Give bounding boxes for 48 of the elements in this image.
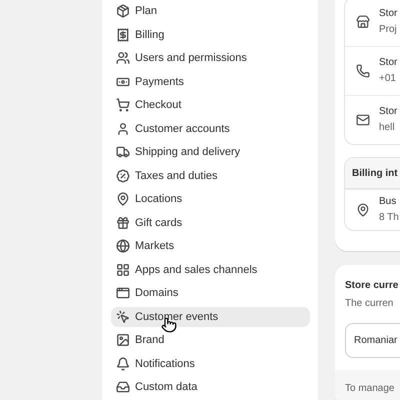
sidebar-item[interactable]: Taxes and duties [111, 166, 310, 186]
detail-value: 8 Th [379, 211, 399, 225]
globe-icon [115, 239, 131, 253]
sidebar-item[interactable]: Users and permissions [111, 48, 310, 68]
sidebar-item[interactable]: Billing [111, 24, 310, 44]
tray-icon [115, 380, 131, 394]
truck-icon [115, 145, 131, 159]
sidebar-item[interactable]: Domains [111, 283, 310, 303]
sidebar-item[interactable]: Shipping and delivery [111, 142, 310, 162]
card-footer: To manage [335, 370, 400, 400]
sidebar-item[interactable]: Apps and sales channels [111, 260, 310, 280]
pointer-click-icon [115, 310, 131, 324]
detail-value: Proj [379, 23, 398, 37]
window-icon [115, 286, 131, 300]
percent-badge-icon [115, 168, 131, 182]
sidebar-item[interactable]: Payments [111, 72, 310, 92]
store-icon [355, 15, 371, 29]
sidebar-item[interactable]: Brand [111, 330, 310, 350]
users-icon [115, 51, 131, 65]
receipt-icon [115, 28, 131, 42]
sidebar-item[interactable]: Checkout [111, 95, 310, 115]
bell-icon [115, 356, 131, 370]
detail-title: Stor [379, 7, 398, 21]
sidebar-item[interactable]: Markets [111, 236, 310, 256]
gift-icon [115, 216, 131, 230]
sidebar-item[interactable]: Gift cards [111, 212, 310, 232]
currency-select[interactable]: Romaniar [345, 323, 400, 358]
phone-icon [355, 64, 371, 78]
map-pin-icon [115, 192, 131, 206]
mail-icon [355, 113, 371, 127]
image-icon [115, 333, 131, 347]
card-title: Store curre [345, 279, 400, 293]
grid-icon [115, 262, 131, 276]
sidebar-item[interactable]: Notifications [111, 354, 310, 374]
map-pin-icon [355, 203, 371, 217]
detail-title: Bus [379, 195, 398, 209]
detail-value: hell [379, 121, 396, 135]
cart-icon [115, 98, 131, 112]
sidebar-item[interactable]: Plan [111, 1, 310, 21]
sidebar-item[interactable]: Custom data [111, 377, 310, 397]
card-description: The curren [345, 297, 394, 311]
detail-value: +01 [379, 72, 397, 86]
detail-title: Stor [379, 56, 398, 70]
detail-title: Stor [379, 105, 398, 119]
box-icon [115, 4, 131, 18]
sidebar-item[interactable]: Customer accounts [111, 118, 310, 138]
billing-heading: Billing int [345, 158, 400, 189]
sidebar-item[interactable]: Locations [111, 189, 310, 209]
